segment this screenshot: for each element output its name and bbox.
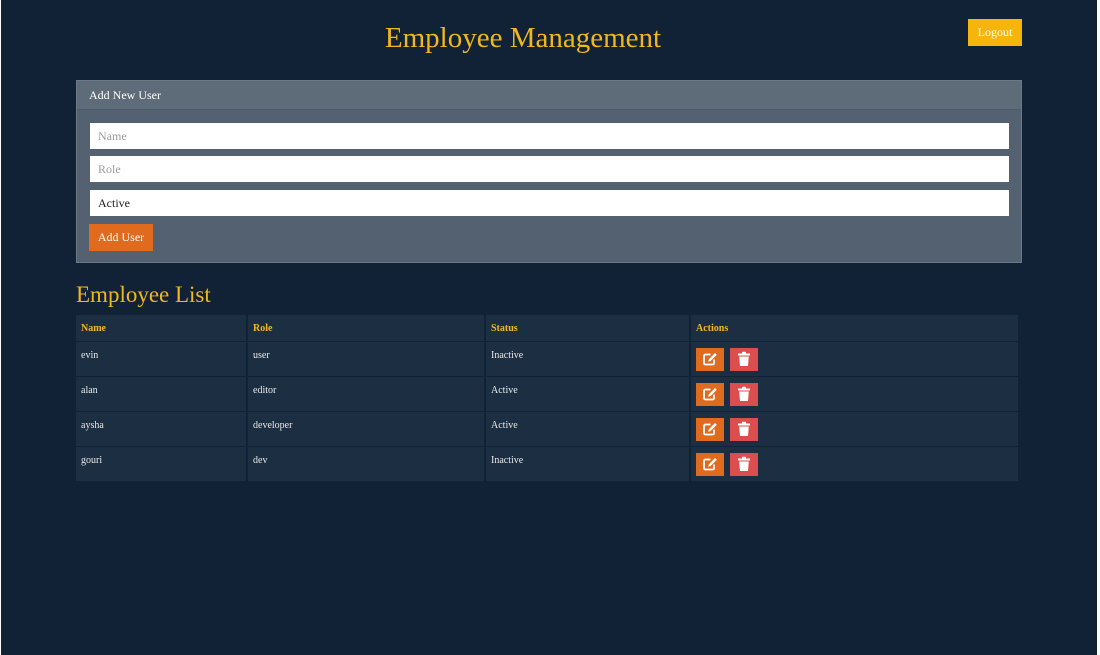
cell-actions	[691, 412, 1018, 446]
edit-button[interactable]	[696, 417, 724, 441]
employee-role: developer	[253, 419, 293, 431]
edit-icon	[703, 353, 717, 366]
delete-button[interactable]	[729, 452, 758, 476]
column-header-role: Role	[248, 315, 484, 341]
employee-name: gouri	[81, 454, 103, 466]
employee-table-body: evin user Inactive alan editor Active ay…	[76, 342, 1018, 481]
page-title: Employee Management	[384, 22, 662, 54]
employee-status: Active	[491, 419, 518, 431]
cell-actions	[691, 342, 1018, 376]
trash-icon	[737, 456, 750, 471]
employee-name: aysha	[81, 419, 104, 431]
employee-role: editor	[253, 384, 277, 396]
table-header-row: Name Role Status Actions	[76, 315, 1018, 341]
cell-role: user	[248, 342, 484, 376]
cell-status: Inactive	[486, 447, 689, 481]
edit-button[interactable]	[696, 347, 724, 371]
employee-status: Active	[491, 384, 518, 396]
employee-status: Inactive	[491, 349, 524, 361]
cell-role: dev	[248, 447, 484, 481]
table-row: evin user Inactive	[76, 342, 1018, 376]
cell-actions	[691, 377, 1018, 411]
trash-icon	[737, 421, 750, 436]
cell-role: editor	[248, 377, 484, 411]
name-input[interactable]	[90, 123, 1009, 149]
employee-role: dev	[253, 454, 268, 466]
table-row: alan editor Active	[76, 377, 1018, 411]
table-row: aysha developer Active	[76, 412, 1018, 446]
trash-icon	[737, 351, 750, 366]
employee-list-title: Employee List	[76, 282, 211, 307]
delete-button[interactable]	[729, 382, 758, 406]
status-select[interactable]: Active	[90, 190, 1009, 216]
delete-button[interactable]	[729, 347, 758, 371]
column-header-actions: Actions	[691, 315, 1018, 341]
add-user-panel: Add New User Active Add User	[76, 80, 1022, 263]
page: Employee Management Logout Add New User …	[1, 0, 1097, 655]
cell-name: alan	[76, 377, 246, 411]
edit-icon	[703, 423, 717, 436]
add-user-button[interactable]: Add User	[89, 224, 153, 251]
column-header-name: Name	[76, 315, 246, 341]
trash-icon	[737, 386, 750, 401]
add-user-panel-header: Add New User	[77, 81, 1021, 110]
employee-status: Inactive	[491, 454, 524, 466]
employee-name: evin	[81, 349, 99, 361]
column-header-status: Status	[486, 315, 689, 341]
employee-table: Name Role Status Actions evin user Inact…	[74, 314, 1020, 482]
cell-status: Active	[486, 412, 689, 446]
delete-button[interactable]	[729, 417, 758, 441]
role-input[interactable]	[90, 156, 1009, 182]
cell-status: Inactive	[486, 342, 689, 376]
employee-role: user	[253, 349, 270, 361]
edit-icon	[703, 388, 717, 401]
cell-actions	[691, 447, 1018, 481]
employee-name: alan	[81, 384, 98, 396]
table-row: gouri dev Inactive	[76, 447, 1018, 481]
edit-button[interactable]	[696, 382, 724, 406]
edit-icon	[703, 458, 717, 471]
edit-button[interactable]	[696, 452, 724, 476]
logout-button[interactable]: Logout	[968, 19, 1022, 46]
cell-name: evin	[76, 342, 246, 376]
cell-name: gouri	[76, 447, 246, 481]
cell-status: Active	[486, 377, 689, 411]
cell-name: aysha	[76, 412, 246, 446]
cell-role: developer	[248, 412, 484, 446]
